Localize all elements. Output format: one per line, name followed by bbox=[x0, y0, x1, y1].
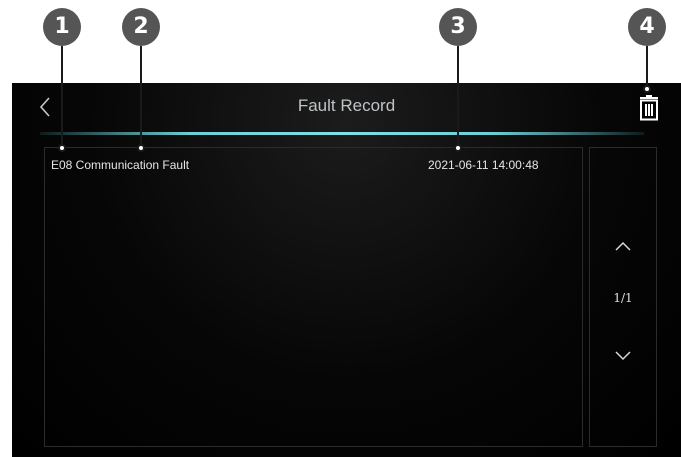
header-divider bbox=[40, 132, 644, 135]
chevron-up-icon[interactable] bbox=[614, 240, 632, 252]
callout-4-pointer bbox=[643, 85, 651, 93]
trash-icon[interactable] bbox=[638, 95, 660, 121]
callout-2-pointer bbox=[137, 144, 145, 152]
chevron-down-icon[interactable] bbox=[614, 350, 632, 362]
callout-1: 1 bbox=[43, 8, 81, 46]
callout-2-leader bbox=[140, 46, 142, 146]
page-indicator: 1/1 bbox=[613, 291, 633, 305]
pagination-panel: 1/1 bbox=[589, 147, 657, 447]
callout-2: 2 bbox=[122, 8, 160, 46]
callout-3-pointer bbox=[454, 144, 462, 152]
callout-4-leader bbox=[646, 46, 648, 87]
callout-3: 3 bbox=[439, 8, 477, 46]
fault-timestamp: 2021-06-11 14:00:48 bbox=[428, 158, 539, 172]
fault-record-row[interactable]: E08 Communication Fault 2021-06-11 14:00… bbox=[45, 148, 582, 182]
callout-3-leader bbox=[457, 46, 459, 146]
fault-list: E08 Communication Fault 2021-06-11 14:00… bbox=[44, 147, 583, 447]
callout-4: 4 bbox=[628, 8, 666, 46]
callout-1-pointer bbox=[58, 144, 66, 152]
callout-1-leader bbox=[61, 46, 63, 146]
screen-header: Fault Record bbox=[12, 83, 681, 131]
page-title: Fault Record bbox=[297, 96, 396, 115]
fault-name: E08 Communication Fault bbox=[51, 158, 190, 172]
fault-record-screen: Fault Record E08 Communication Fault 202… bbox=[12, 83, 681, 457]
manual-figure: Fault Record E08 Communication Fault 202… bbox=[0, 0, 681, 457]
